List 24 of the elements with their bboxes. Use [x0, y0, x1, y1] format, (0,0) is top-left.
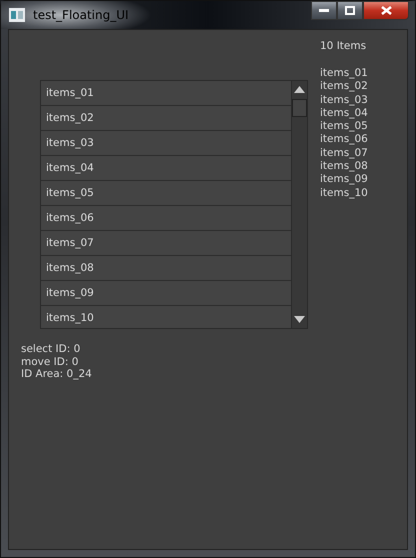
scrollbar[interactable] — [291, 81, 307, 328]
item-name: items_01 — [320, 67, 368, 80]
status-text: ID Area: 0_24 — [21, 368, 93, 380]
scroll-thumb[interactable] — [292, 99, 307, 117]
close-icon — [380, 6, 392, 15]
maximize-icon — [345, 6, 355, 15]
item-count: 10 Items — [320, 40, 368, 53]
item-name: items_04 — [320, 106, 368, 120]
item-name: items_05 — [320, 120, 368, 134]
window-title: test_Floating_UI — [33, 8, 129, 22]
item-name: items_02 — [320, 80, 368, 94]
status-text: select ID: 0 — [21, 343, 82, 356]
item-name: items_06 — [320, 133, 368, 147]
item-name: items_09 — [320, 173, 368, 187]
item-name: items_07 — [320, 146, 368, 160]
maximize-button[interactable] — [337, 1, 363, 20]
status-text: move ID: 0 — [21, 356, 80, 368]
app-icon — [9, 8, 25, 22]
minimize-button[interactable] — [311, 1, 337, 20]
minimize-icon — [319, 8, 329, 12]
item-name: items_08 — [320, 160, 368, 174]
close-button[interactable] — [363, 1, 409, 20]
item-name: items_10 — [320, 186, 368, 200]
item-name: items_03 — [320, 94, 368, 107]
